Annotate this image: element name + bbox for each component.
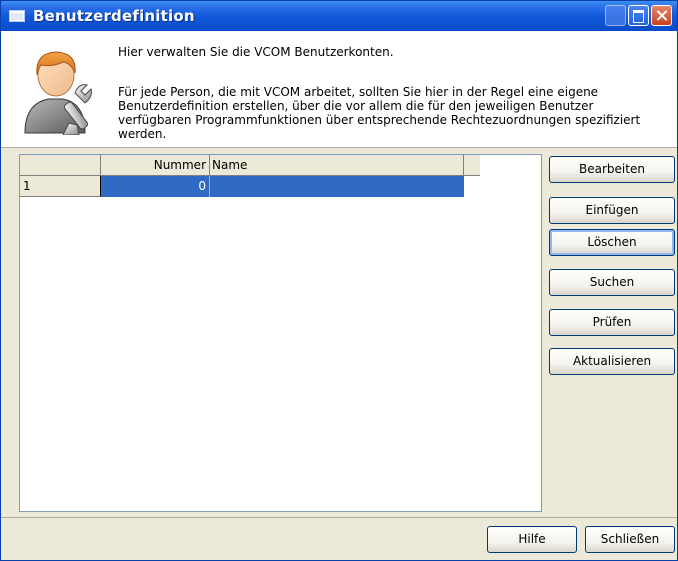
title-bar[interactable]: Benutzerdefinition bbox=[1, 1, 677, 31]
bearbeiten-button[interactable]: Bearbeiten bbox=[549, 156, 675, 183]
user-admin-icon bbox=[24, 51, 92, 135]
header-index bbox=[20, 155, 101, 175]
window-title: Benutzerdefinition bbox=[33, 7, 195, 25]
pruefen-button[interactable]: Prüfen bbox=[549, 309, 675, 336]
info-header: Hier verwalten Sie die VCOM Benutzerkont… bbox=[1, 31, 677, 148]
suchen-button[interactable]: Suchen bbox=[549, 269, 675, 296]
benutzerdefinition-window: Benutzerdefinition Hier verwalten Sie di… bbox=[0, 0, 678, 561]
aktualisieren-button[interactable]: Aktualisieren bbox=[549, 348, 675, 375]
intro-text: Hier verwalten Sie die VCOM Benutzerkont… bbox=[118, 45, 394, 59]
loeschen-button[interactable]: Löschen bbox=[549, 229, 675, 256]
einfuegen-button[interactable]: Einfügen bbox=[549, 197, 675, 224]
maximize-icon[interactable] bbox=[628, 5, 649, 26]
cell-name[interactable] bbox=[210, 176, 464, 197]
table-row[interactable]: 1 0 bbox=[20, 176, 480, 197]
table-header: Nummer Name bbox=[20, 155, 480, 176]
window-icon bbox=[9, 10, 25, 22]
header-nummer[interactable]: Nummer bbox=[101, 155, 210, 175]
minimize-icon[interactable] bbox=[605, 5, 626, 26]
close-icon[interactable] bbox=[651, 5, 672, 26]
schliessen-button[interactable]: Schließen bbox=[585, 526, 675, 553]
hilfe-button[interactable]: Hilfe bbox=[487, 526, 577, 553]
description-text: Für jede Person, die mit VCOM arbeitet, … bbox=[118, 85, 641, 141]
header-name[interactable]: Name bbox=[210, 155, 464, 175]
cell-nummer[interactable]: 0 bbox=[101, 176, 210, 197]
user-table[interactable]: Nummer Name 1 0 bbox=[19, 154, 542, 512]
row-index[interactable]: 1 bbox=[20, 176, 101, 197]
footer-divider bbox=[1, 517, 677, 518]
